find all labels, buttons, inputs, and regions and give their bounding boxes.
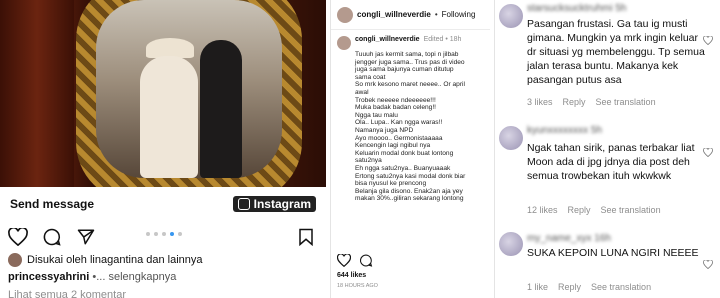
- caption-more[interactable]: •... selengkapnya: [89, 271, 176, 283]
- send-message-link[interactable]: Send message: [10, 197, 94, 211]
- caption-line: jengger juga sama.. Trus pas di video: [355, 58, 465, 66]
- caption-line: Ngga tau malu: [355, 111, 398, 119]
- avatar[interactable]: [499, 232, 523, 256]
- post-header: congli_willneverdie • Following: [331, 0, 490, 30]
- carousel-dot: [154, 232, 158, 236]
- see-translation-button[interactable]: See translation: [591, 282, 651, 292]
- caption-line: So mrk kesono maret neeee.. Or april: [355, 81, 465, 89]
- heart-icon[interactable]: [337, 254, 351, 267]
- camera-icon: [237, 198, 250, 210]
- caption-line: Ola.. Lupa.. Kan ngga waras!!: [355, 119, 443, 127]
- caption-line: Tuuuh jas kermit sama, topi n jilbab: [355, 51, 459, 58]
- comment-meta: 3 likes Reply See translation: [527, 97, 656, 107]
- caption-line: satu2nya: [355, 157, 382, 165]
- comments-panel: starsucksucktruhmi 5h Pasangan frustasi.…: [494, 0, 720, 298]
- view-all-comments-link[interactable]: Lihat semua 2 komentar: [8, 289, 126, 298]
- avatar[interactable]: [337, 36, 351, 50]
- header-username[interactable]: congli_willneverdie: [357, 10, 431, 19]
- avatar[interactable]: [337, 6, 353, 23]
- instagram-badge[interactable]: Instagram: [232, 196, 316, 212]
- caption-line: Namanya juga NPD: [355, 126, 414, 134]
- caption-username[interactable]: princessyahrini: [8, 271, 89, 283]
- comment-username[interactable]: my_name_xyx 16h: [527, 233, 611, 244]
- person-figure: [140, 56, 198, 178]
- comment-username[interactable]: kyunxxxxxxxx 5h: [527, 125, 602, 136]
- caption-line: Muka badak badan celeng!!: [355, 104, 437, 112]
- post-actions: [337, 254, 373, 267]
- following-button[interactable]: Following: [442, 10, 476, 19]
- send-message-bar[interactable]: Send message Instagram: [0, 190, 326, 218]
- hat-shape: [146, 38, 194, 58]
- header-separator: •: [434, 10, 438, 19]
- person-figure: [200, 40, 242, 178]
- heart-icon[interactable]: [8, 228, 28, 246]
- caption-line: Trobek neeeee ndeeeeee!!!: [355, 96, 436, 104]
- caption-line: bisa nyusul ke prencong: [355, 180, 427, 188]
- caption-line: Kencengin lagi ngibul nya: [355, 142, 431, 150]
- post-timestamp: 18 HOURS AGO: [337, 283, 378, 289]
- heart-icon[interactable]: [703, 260, 713, 269]
- reply-button[interactable]: Reply: [568, 205, 591, 215]
- carousel-dots: [146, 232, 182, 236]
- bookmark-icon[interactable]: [298, 228, 314, 246]
- comment-text: SUKA KEPOIN LUNA NGIRI NEEEE: [527, 247, 699, 259]
- instagram-label: Instagram: [253, 197, 311, 211]
- curtain-decor: [0, 0, 74, 187]
- liked-by-row[interactable]: Disukai oleh linagantina dan lainnya: [8, 253, 203, 267]
- likes-count[interactable]: 644 likes: [337, 272, 366, 279]
- comment-meta: 1 like Reply See translation: [527, 282, 651, 292]
- carousel-dot: [146, 232, 150, 236]
- see-translation-button[interactable]: See translation: [601, 205, 661, 215]
- comment-text: Pasangan frustasi. Ga tau ig musti giman…: [527, 18, 705, 86]
- reply-button[interactable]: Reply: [563, 97, 586, 107]
- share-icon[interactable]: [76, 228, 96, 246]
- caption-text: Tuuuh jas kermit sama, topi n jilbab jeng…: [355, 51, 487, 203]
- comment-likes[interactable]: 3 likes: [527, 97, 553, 107]
- comment-username[interactable]: starsucksucktruhmi 5h: [527, 3, 626, 14]
- caption-header: congli_willneverdie Edited • 18h: [337, 36, 487, 50]
- caption-block: congli_willneverdie Edited • 18h Tuuuh j…: [337, 36, 487, 203]
- comment-text: Ngak tahan sirik, panas terbakar liat Mo…: [527, 142, 695, 182]
- comment-meta: 12 likes Reply See translation: [527, 205, 661, 215]
- avatar[interactable]: [499, 4, 523, 28]
- caption-line: awal: [355, 88, 369, 96]
- mobile-post-panel: Send message Instagram Disukai oleh lina…: [0, 0, 326, 298]
- heart-icon[interactable]: [703, 148, 713, 157]
- caption-line: Ayo moooo.. Germonistaaaaa: [355, 134, 443, 142]
- avatar[interactable]: [499, 126, 523, 150]
- caption-line: Ertong satu2nya kasi modal donk biar: [355, 172, 466, 180]
- comment-likes[interactable]: 1 like: [527, 282, 548, 292]
- heart-icon[interactable]: [703, 36, 713, 45]
- reply-button[interactable]: Reply: [558, 282, 581, 292]
- post-photo[interactable]: [0, 0, 326, 187]
- caption-line: juga sama bajunya cuman ditutup: [355, 66, 454, 74]
- caption-line: sama coat: [355, 73, 386, 81]
- caption-line: Eh ngga satu2nya.. Buanyuaaak: [355, 164, 451, 172]
- desktop-post-panel: congli_willneverdie • Following congli_w…: [330, 0, 490, 298]
- avatar: [8, 253, 22, 267]
- caption-line: Belanja gila disono. Enak2an aja yey: [355, 187, 463, 195]
- carousel-dot: [162, 232, 166, 236]
- caption-line: makan 30%..giliran sekarang lontong: [355, 195, 464, 203]
- comment-icon[interactable]: [359, 254, 373, 267]
- caption-meta: Edited • 18h: [423, 36, 462, 43]
- post-actions: [0, 226, 326, 250]
- carousel-dot: [178, 232, 182, 236]
- caption-row: princessyahrini •... selengkapnya: [8, 271, 176, 283]
- carousel-dot: [170, 232, 174, 236]
- comment-icon[interactable]: [42, 228, 62, 246]
- liked-by-text: Disukai oleh linagantina dan lainnya: [27, 254, 203, 266]
- see-translation-button[interactable]: See translation: [596, 97, 656, 107]
- caption-line: Keluarin modal donk buat lontong: [355, 149, 454, 157]
- comment-likes[interactable]: 12 likes: [527, 205, 558, 215]
- caption-username[interactable]: congli_willneverdie: [355, 36, 420, 50]
